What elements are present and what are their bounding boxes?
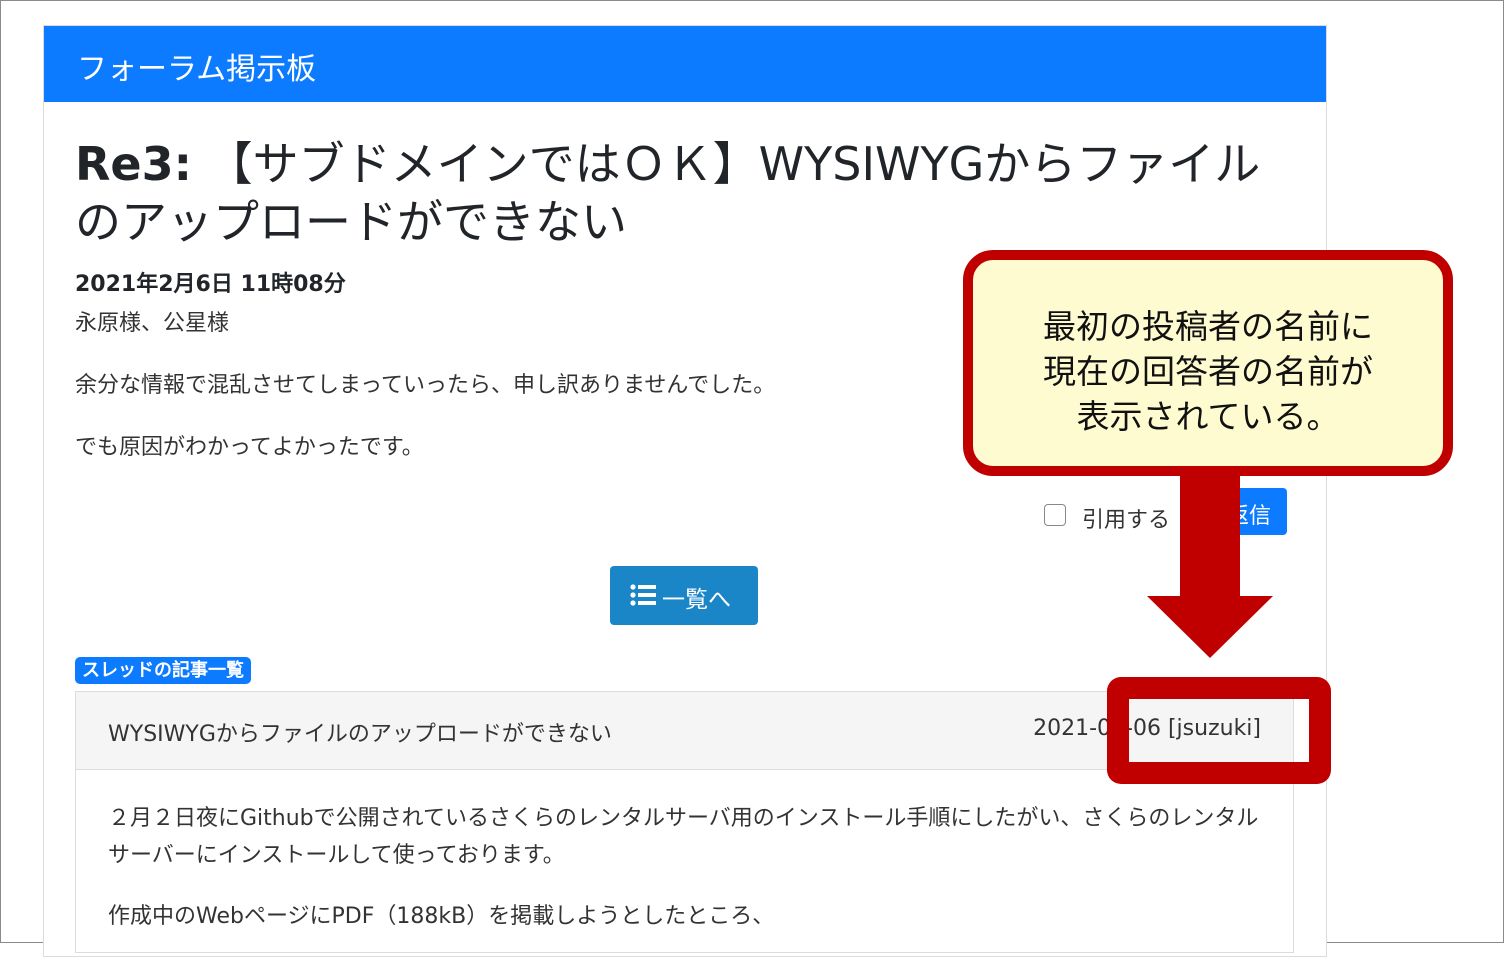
back-to-list-button[interactable]: 一覧へ (610, 566, 758, 625)
forum-title: フォーラム掲示板 (77, 52, 317, 87)
list-icon (630, 584, 656, 606)
post-title: Re3: 【サブドメインではＯＫ】WYSIWYGからファイルのアップロードができ… (75, 135, 1285, 251)
annotation-arrow-head (1147, 596, 1273, 658)
annotation-text: 最初の投稿者の名前に 現在の回答者の名前が 表示されている。 (973, 304, 1443, 439)
card-header: フォーラム掲示板 (44, 26, 1326, 102)
thread-entry-title: WYSIWYGからファイルのアップロードができない (108, 722, 612, 747)
post-body-line: 余分な情報で混乱させてしまっていったら、申し訳ありませんでした。 (75, 373, 776, 398)
annotation-highlight-box (1107, 677, 1331, 784)
annotation-line: 最初の投稿者の名前に (1043, 307, 1373, 346)
thread-body-line: 作成中のWebページにPDF（188kB）を掲載しようとしたところ、 (108, 904, 775, 929)
post-title-text: 【サブドメインではＯＫ】WYSIWYGからファイルのアップロードができない (75, 137, 1261, 249)
post-date: 2021年2月6日 11時08分 (75, 272, 346, 297)
thread-list-badge: スレッドの記事一覧 (75, 657, 251, 684)
thread-body-line: ２月２日夜にGithubで公開されているさくらのレンタルサーバ用のインストール手… (108, 806, 1259, 868)
thread-entry-body: ２月２日夜にGithubで公開されているさくらのレンタルサーバ用のインストール手… (108, 800, 1268, 959)
post-greeting: 永原様、公星様 (75, 311, 230, 336)
annotation-line: 現在の回答者の名前が (1043, 352, 1373, 391)
quote-checkbox[interactable] (1044, 504, 1066, 526)
annotation-arrow-shaft (1180, 476, 1240, 598)
annotation-callout: 最初の投稿者の名前に 現在の回答者の名前が 表示されている。 (963, 250, 1453, 476)
quote-label: 引用する (1082, 508, 1171, 533)
post-body-line: でも原因がわかってよかったです。 (75, 435, 424, 460)
post-title-prefix: Re3: (75, 137, 193, 191)
annotation-line: 表示されている。 (1076, 397, 1340, 436)
back-to-list-label: 一覧へ (662, 587, 731, 613)
